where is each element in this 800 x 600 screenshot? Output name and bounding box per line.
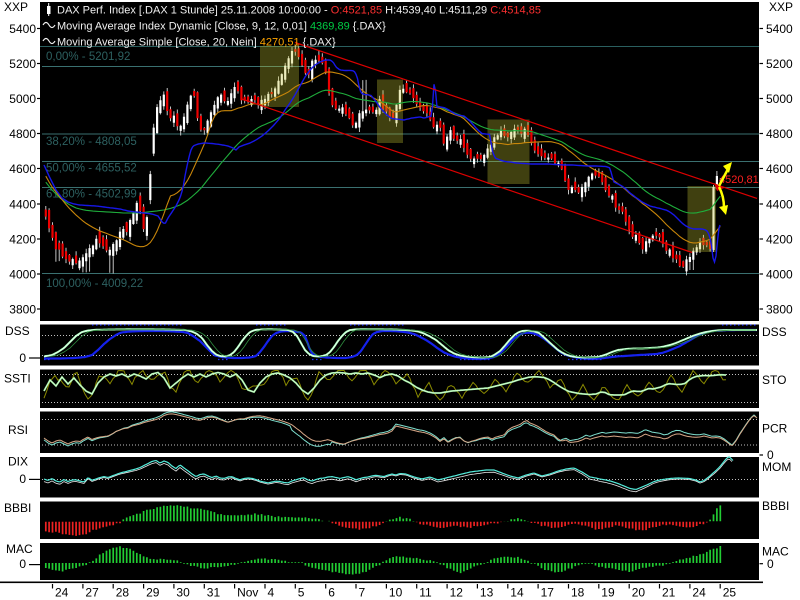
svg-text:5000: 5000 xyxy=(9,92,36,106)
svg-text:4: 4 xyxy=(268,586,275,600)
svg-text:20: 20 xyxy=(632,586,646,600)
svg-text:19: 19 xyxy=(601,586,615,600)
svg-text:100,00% - 4009,22: 100,00% - 4009,22 xyxy=(46,278,143,290)
svg-text:4200: 4200 xyxy=(9,232,36,246)
svg-text:STO: STO xyxy=(762,373,786,387)
svg-text:24: 24 xyxy=(692,586,706,600)
svg-text:5200: 5200 xyxy=(766,57,793,71)
svg-text:4600: 4600 xyxy=(9,162,36,176)
svg-text:4000: 4000 xyxy=(9,267,36,281)
svg-text:BBBI: BBBI xyxy=(4,501,31,515)
svg-text:Moving Average Simple [Close,: Moving Average Simple [Close, 20, Nein] … xyxy=(57,37,336,49)
svg-text:RSI: RSI xyxy=(8,423,28,437)
svg-text:SSTI: SSTI xyxy=(4,372,31,386)
svg-text:21: 21 xyxy=(662,586,676,600)
svg-text:0: 0 xyxy=(767,557,774,571)
svg-text:MAC: MAC xyxy=(6,542,33,556)
svg-text:0: 0 xyxy=(19,351,26,365)
svg-text:4800: 4800 xyxy=(9,127,36,141)
svg-text:XXP: XXP xyxy=(4,0,28,14)
svg-text:5400: 5400 xyxy=(766,22,793,36)
svg-text:25: 25 xyxy=(723,586,737,600)
svg-text:31: 31 xyxy=(207,586,221,600)
svg-text:14: 14 xyxy=(510,586,524,600)
svg-text:50,00% - 4655,52: 50,00% - 4655,52 xyxy=(46,163,137,175)
svg-text:Nov: Nov xyxy=(237,586,258,600)
svg-text:BBBI: BBBI xyxy=(762,499,789,513)
svg-text:PCR: PCR xyxy=(762,422,788,436)
svg-text:XXP: XXP xyxy=(769,0,793,14)
svg-text:MOM: MOM xyxy=(762,460,791,474)
svg-text:13: 13 xyxy=(480,586,494,600)
svg-text:18: 18 xyxy=(571,586,585,600)
svg-text:6: 6 xyxy=(328,586,335,600)
svg-text:4400: 4400 xyxy=(9,197,36,211)
svg-text:5200: 5200 xyxy=(9,57,36,71)
svg-text:0,00% - 5201,92: 0,00% - 5201,92 xyxy=(46,51,130,63)
svg-text:Moving Average Index Dynamic [: Moving Average Index Dynamic [Close, 9, … xyxy=(57,21,386,33)
svg-text:3800: 3800 xyxy=(9,302,36,316)
svg-text:29: 29 xyxy=(146,586,160,600)
svg-text:0: 0 xyxy=(19,472,26,486)
svg-text:4400: 4400 xyxy=(766,197,793,211)
svg-text:4200: 4200 xyxy=(766,232,793,246)
svg-text:38,20% - 4808,05: 38,20% - 4808,05 xyxy=(46,136,137,148)
svg-text:11: 11 xyxy=(419,586,432,600)
svg-text:DAX Perf. Index [.DAX 1 Stund: DAX Perf. Index [.DAX 1 Stunde] 25.11.20… xyxy=(57,5,541,17)
svg-text:DIX: DIX xyxy=(8,455,28,469)
svg-text:5400: 5400 xyxy=(9,22,36,36)
svg-text:3800: 3800 xyxy=(766,302,793,316)
svg-text:27: 27 xyxy=(85,586,99,600)
svg-text:17: 17 xyxy=(541,586,555,600)
svg-text:28: 28 xyxy=(116,586,130,600)
svg-text:0: 0 xyxy=(19,557,26,571)
svg-text:10: 10 xyxy=(389,586,403,600)
svg-text:5: 5 xyxy=(298,586,305,600)
svg-text:7: 7 xyxy=(359,586,366,600)
svg-text:24: 24 xyxy=(55,586,69,600)
svg-text:4000: 4000 xyxy=(766,267,793,281)
svg-text:DSS: DSS xyxy=(5,324,30,338)
svg-text:4600: 4600 xyxy=(766,162,793,176)
svg-text:5000: 5000 xyxy=(766,92,793,106)
svg-text:12: 12 xyxy=(450,586,464,600)
svg-text:DSS: DSS xyxy=(762,325,787,339)
svg-text:30: 30 xyxy=(176,586,190,600)
svg-text:4800: 4800 xyxy=(766,127,793,141)
